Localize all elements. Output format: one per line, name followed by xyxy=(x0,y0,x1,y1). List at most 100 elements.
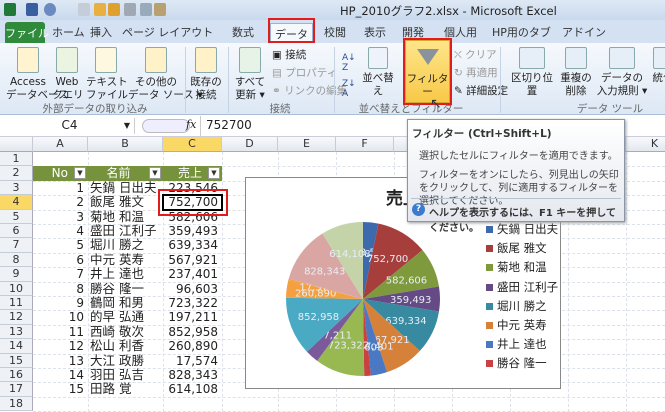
edit-links-button[interactable]: ⚭ リンクの編集 xyxy=(272,83,347,98)
row-header-5[interactable]: 5 xyxy=(0,210,33,224)
cell-no[interactable]: 14 xyxy=(33,368,88,382)
other-sources-button[interactable]: その他の データ ソース ▾ xyxy=(128,47,184,102)
tab-insert[interactable]: 挿入 xyxy=(90,24,112,40)
column-header-K[interactable]: K xyxy=(626,137,665,152)
remove-duplicates-button[interactable]: 重複の 削除 xyxy=(560,47,592,98)
clear-button[interactable]: ⛌ クリア xyxy=(454,47,497,62)
format-painter-icon[interactable] xyxy=(154,3,166,16)
print-icon[interactable] xyxy=(124,3,136,16)
cell-no[interactable]: 2 xyxy=(33,195,88,209)
row-header-12[interactable]: 12 xyxy=(0,310,33,324)
row-header-9[interactable]: 9 xyxy=(0,267,33,281)
cell-no[interactable]: 6 xyxy=(33,253,88,267)
name-box[interactable]: C4▼ xyxy=(5,118,135,134)
cell-no[interactable]: 12 xyxy=(33,339,88,353)
cell-name[interactable]: 菊地 和温 xyxy=(90,210,165,224)
cell-no[interactable]: 5 xyxy=(33,238,88,252)
cell-sales[interactable]: 96,603 xyxy=(163,282,222,296)
cell-no[interactable]: 9 xyxy=(33,296,88,310)
cell-no[interactable]: 15 xyxy=(33,382,88,396)
filter-dropdown-icon[interactable]: ▼ xyxy=(149,167,161,179)
cell-name[interactable]: 中元 英寿 xyxy=(90,253,165,267)
row-header-10[interactable]: 10 xyxy=(0,282,33,296)
cell-name[interactable]: 鶴岡 和男 xyxy=(90,296,165,310)
new-file-icon[interactable] xyxy=(78,3,90,16)
cell-name[interactable]: 大江 政勝 xyxy=(90,354,165,368)
existing-connections-button[interactable]: 既存の 接続 xyxy=(188,47,224,102)
sort-descending-button[interactable]: Z↓A xyxy=(342,79,356,99)
row-header-17[interactable]: 17 xyxy=(0,382,33,396)
cell-no[interactable]: 3 xyxy=(33,210,88,224)
row-header-11[interactable]: 11 xyxy=(0,296,33,310)
tab-home[interactable]: ホーム xyxy=(52,24,85,40)
web-query-button[interactable]: Web クエリ xyxy=(52,47,82,102)
cell-no[interactable]: 11 xyxy=(33,325,88,339)
sort-ascending-button[interactable]: A↓Z xyxy=(342,53,356,73)
chevron-down-icon[interactable]: ▼ xyxy=(124,121,130,130)
undo-icon[interactable] xyxy=(44,3,56,16)
cell-name[interactable]: 羽田 弘吉 xyxy=(90,368,165,382)
tab-review[interactable]: 校閲 xyxy=(324,24,346,40)
tab-view[interactable]: 表示 xyxy=(364,24,386,40)
cell-sales[interactable]: 359,493 xyxy=(163,224,222,238)
row-header-16[interactable]: 16 xyxy=(0,368,33,382)
cell-sales[interactable]: 723,322 xyxy=(163,296,222,310)
row-header-6[interactable]: 6 xyxy=(0,224,33,238)
cell-no[interactable]: 13 xyxy=(33,354,88,368)
row-header-14[interactable]: 14 xyxy=(0,339,33,353)
cell-name[interactable]: 飯尾 雅文 xyxy=(90,195,165,209)
save-icon[interactable] xyxy=(26,3,38,16)
cell-name[interactable]: 矢鍋 日出夫 xyxy=(90,181,165,195)
folder-icon[interactable] xyxy=(108,3,120,16)
connections-button[interactable]: ▣ 接続 xyxy=(272,47,306,62)
cell-name[interactable]: 田路 覚 xyxy=(90,382,165,396)
column-header-D[interactable]: D xyxy=(222,137,278,152)
cell-sales[interactable]: 567,921 xyxy=(163,253,222,267)
consolidate-button[interactable]: 統合 xyxy=(648,47,665,85)
row-header-4[interactable]: 4 xyxy=(0,195,33,209)
data-validation-button[interactable]: データの 入力規則 ▾ xyxy=(596,47,648,98)
cell-no[interactable]: 7 xyxy=(33,267,88,281)
tab-file[interactable]: ファイル xyxy=(5,22,45,43)
select-all-corner[interactable] xyxy=(0,137,33,152)
row-header-7[interactable]: 7 xyxy=(0,238,33,252)
text-to-columns-button[interactable]: 区切り位置 xyxy=(506,47,558,98)
cell-sales[interactable]: 828,343 xyxy=(163,368,222,382)
cell-no[interactable]: 1 xyxy=(33,181,88,195)
cell-name[interactable]: 井上 達也 xyxy=(90,267,165,281)
row-header-1[interactable]: 1 xyxy=(0,152,33,166)
cell-sales[interactable]: 260,890 xyxy=(163,339,222,353)
cell-name[interactable]: 盛田 江利子 xyxy=(90,224,165,238)
reapply-button[interactable]: ↻ 再適用 xyxy=(454,65,498,80)
column-header-B[interactable]: B xyxy=(88,137,163,152)
cell-sales[interactable]: 237,401 xyxy=(163,267,222,281)
cell-no[interactable]: 4 xyxy=(33,224,88,238)
cell-sales[interactable]: 197,211 xyxy=(163,310,222,324)
cell-sales[interactable]: 17,574 xyxy=(163,354,222,368)
formula-bar-resize-handle[interactable] xyxy=(142,119,190,133)
column-header-F[interactable]: F xyxy=(336,137,394,152)
cell-name[interactable]: 的早 弘通 xyxy=(90,310,165,324)
cell-sales[interactable]: 852,958 xyxy=(163,325,222,339)
row-header-3[interactable]: 3 xyxy=(0,181,33,195)
column-header-C[interactable]: C xyxy=(163,137,222,152)
cell-name[interactable]: 勝谷 隆一 xyxy=(90,282,165,296)
cell-sales[interactable]: 639,334 xyxy=(163,238,222,252)
print-preview-icon[interactable] xyxy=(140,3,152,16)
filter-dropdown-icon[interactable]: ▼ xyxy=(208,167,220,179)
cell-name[interactable]: 堀川 勝之 xyxy=(90,238,165,252)
function-icon[interactable]: fx xyxy=(186,118,196,131)
cell-name[interactable]: 西崎 敬次 xyxy=(90,325,165,339)
row-header-13[interactable]: 13 xyxy=(0,325,33,339)
cell-sales[interactable]: 614,108 xyxy=(163,382,222,396)
row-header-15[interactable]: 15 xyxy=(0,354,33,368)
tab-hp[interactable]: HP用のタブ xyxy=(492,24,551,40)
cell-name[interactable]: 松山 利香 xyxy=(90,339,165,353)
tab-formulas[interactable]: 数式 xyxy=(232,24,254,40)
filter-dropdown-icon[interactable]: ▼ xyxy=(74,167,86,179)
row-header-2[interactable]: 2 xyxy=(0,166,33,180)
column-header-A[interactable]: A xyxy=(33,137,88,152)
formula-input[interactable]: 752700 xyxy=(206,118,252,132)
refresh-all-button[interactable]: すべて 更新 ▾ xyxy=(232,47,268,102)
column-header-E[interactable]: E xyxy=(278,137,336,152)
